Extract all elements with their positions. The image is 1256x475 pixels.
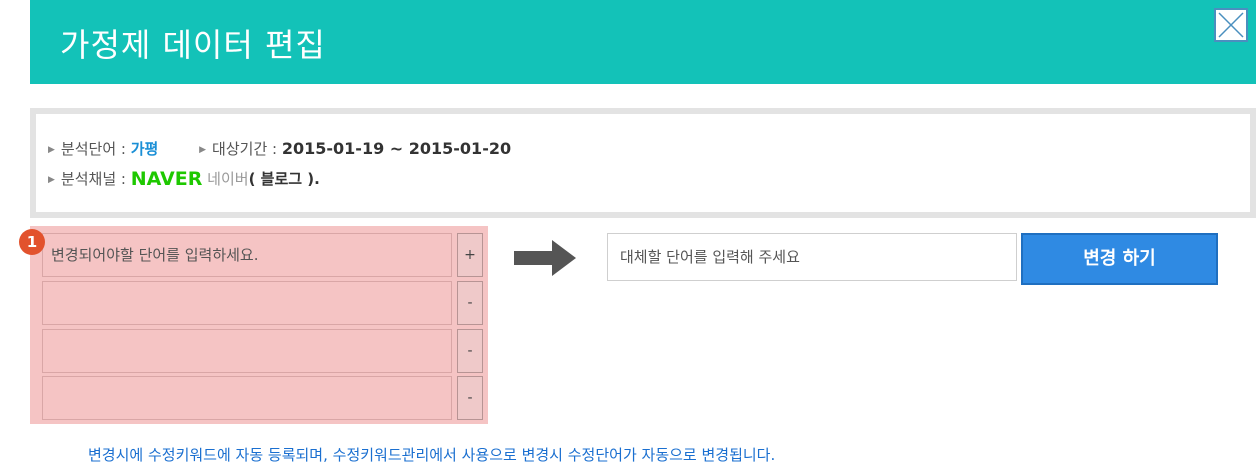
footer-note: 변경시에 수정키워드에 자동 등록되며, 수정키워드관리에서 사용으로 변경시 … — [88, 446, 776, 464]
step-badge: 1 — [19, 229, 45, 255]
channel-name: 네이버 — [207, 170, 249, 188]
bullet-triangle-icon: ▶ — [48, 175, 55, 185]
channel-sub: ( 블로그 ). — [248, 170, 320, 188]
remove-word-button[interactable]: - — [457, 329, 483, 373]
arrow-right-icon — [514, 240, 576, 276]
channel-label: 분석채널 : — [60, 170, 126, 188]
source-word-input-1[interactable]: 변경되어야할 단어를 입력하세요. — [42, 233, 452, 277]
bullet-triangle-icon: ▶ — [199, 145, 207, 155]
source-word-input-3[interactable] — [42, 329, 452, 373]
add-word-button[interactable]: + — [457, 233, 483, 277]
remove-word-button[interactable]: - — [457, 376, 483, 420]
naver-logo: NAVER — [130, 168, 203, 190]
info-row-channel: ▶ 분석채널 : NAVER 네이버( 블로그 ). — [48, 168, 320, 190]
analysis-info-box: ▶ 분석단어 : 가평 ▶ 대상기간 : 2015-01-19 ~ 2015-01-… — [30, 108, 1256, 218]
period-label: 대상기간 : — [212, 140, 278, 158]
dialog-title: 가정제 데이터 편집 — [60, 26, 326, 64]
info-row-keyword-period: ▶ 분석단어 : 가평 ▶ 대상기간 : 2015-01-19 ~ 2015-01-… — [48, 138, 511, 159]
keyword-label: 분석단어 : — [60, 140, 126, 158]
close-icon — [1218, 12, 1244, 38]
source-word-input-4[interactable] — [42, 376, 452, 420]
replacement-word-input[interactable]: 대체할 단어를 입력해 주세요 — [607, 233, 1017, 281]
bullet-triangle-icon: ▶ — [48, 145, 55, 155]
remove-word-button[interactable]: - — [457, 281, 483, 325]
close-button[interactable] — [1214, 8, 1248, 42]
source-word-input-2[interactable] — [42, 281, 452, 325]
dialog-header: 가정제 데이터 편집 — [30, 0, 1256, 84]
keyword-value: 가평 — [130, 140, 159, 158]
period-value: 2015-01-19 ~ 2015-01-20 — [281, 139, 512, 158]
change-button[interactable]: 변경 하기 — [1021, 233, 1218, 285]
